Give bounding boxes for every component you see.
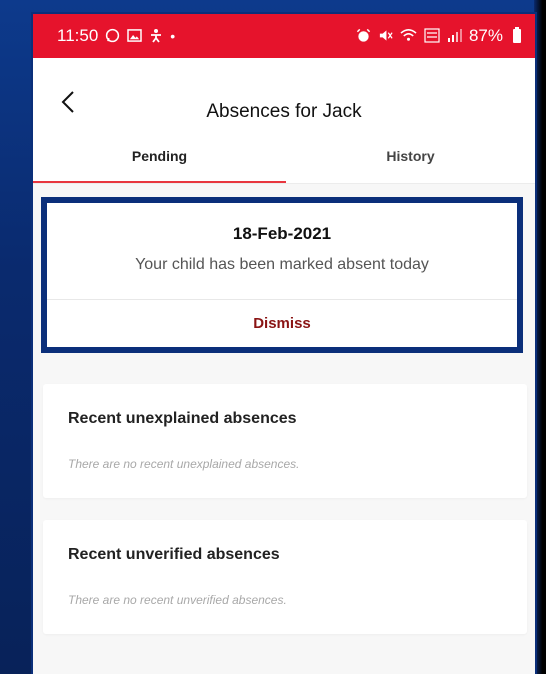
unexplained-absences-card: Recent unexplained absences There are no… xyxy=(43,384,527,498)
alarm-icon xyxy=(356,28,371,45)
notice-date: 18-Feb-2021 xyxy=(232,224,332,243)
gallery-icon xyxy=(127,28,143,44)
divider xyxy=(33,183,535,184)
section-title: Recent unexplained absences xyxy=(68,410,297,427)
app-header: Absences for Jack xyxy=(33,58,535,144)
status-bar: 11:50 • 87% xyxy=(33,14,535,58)
empty-state-text: There are no recent unverified absences. xyxy=(68,593,287,607)
notice-message: Your child has been marked absent today xyxy=(135,256,429,273)
wifi-icon xyxy=(400,28,417,44)
page-title: Absences for Jack xyxy=(206,101,362,122)
dismiss-button[interactable]: Dismiss xyxy=(47,300,517,347)
tab-pending[interactable]: Pending xyxy=(33,144,286,184)
battery-percent: 87% xyxy=(468,26,503,45)
unverified-absences-card: Recent unverified absences There are no … xyxy=(43,520,527,634)
mute-icon xyxy=(378,28,393,45)
section-title: Recent unverified absences xyxy=(68,546,280,563)
frame-edge xyxy=(534,0,546,674)
accessibility-icon xyxy=(149,28,163,45)
battery-icon xyxy=(513,27,521,43)
whatsapp-icon xyxy=(105,28,120,45)
volte-icon xyxy=(424,27,440,45)
dot-icon: • xyxy=(170,28,176,44)
empty-state-text: There are no recent unexplained absences… xyxy=(68,457,300,471)
tab-bar: Pending History xyxy=(33,144,535,184)
phone-screen: 11:50 • 87% Absences for Jack Pending Hi… xyxy=(33,14,535,674)
tab-history[interactable]: History xyxy=(286,144,535,184)
signal-icon xyxy=(447,28,462,44)
status-right: 87% xyxy=(356,26,521,46)
status-left: 11:50 • xyxy=(57,26,175,46)
absence-notice-card: 18-Feb-2021 Your child has been marked a… xyxy=(41,197,523,353)
status-time: 11:50 xyxy=(57,26,99,45)
